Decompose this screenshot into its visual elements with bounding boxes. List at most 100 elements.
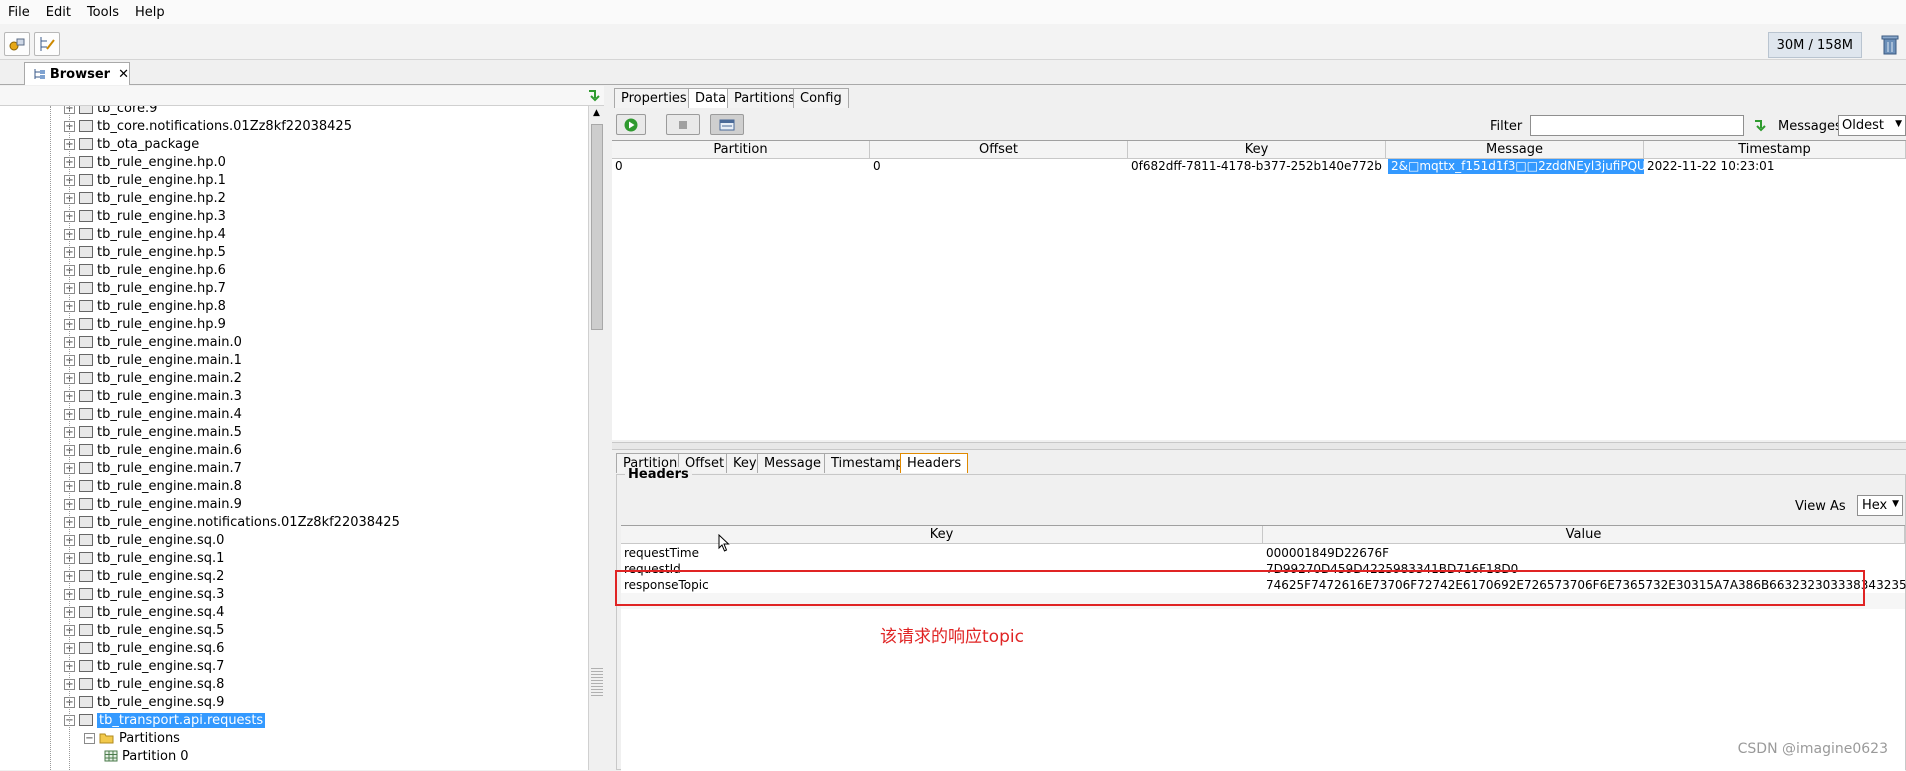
tree-node[interactable]: + tb_rule_engine.main.6 — [64, 441, 242, 459]
tree-node-label: tb_rule_engine.sq.7 — [97, 658, 225, 674]
tree-node[interactable]: + tb_rule_engine.sq.8 — [64, 675, 224, 693]
tree-node[interactable]: + tb_rule_engine.hp.3 — [64, 207, 226, 225]
tree-node[interactable]: + tb_rule_engine.hp.5 — [64, 243, 226, 261]
menu-help[interactable]: Help — [127, 5, 173, 20]
column-header-key[interactable]: Key — [1128, 141, 1386, 159]
tree-node[interactable]: Partition 0 — [104, 747, 189, 765]
topic-icon — [79, 678, 93, 690]
tree-node-label: tb_rule_engine.sq.6 — [97, 640, 225, 656]
tree-node[interactable]: + tb_rule_engine.hp.8 — [64, 297, 226, 315]
scroll-up-icon[interactable]: ▲ — [590, 108, 603, 120]
tree-node[interactable]: + tb_rule_engine.hp.1 — [64, 171, 226, 189]
tree-node-label: tb_rule_engine.hp.1 — [97, 172, 226, 188]
stop-icon — [679, 120, 687, 129]
tree-node[interactable]: + tb_rule_engine.main.5 — [64, 423, 242, 441]
headers-table: Key Value requestTime 000001849D22676F r… — [621, 525, 1906, 771]
tab-partitions[interactable]: Partitions — [727, 88, 802, 108]
tab-properties[interactable]: Properties — [614, 88, 694, 108]
tree-node[interactable]: + tb_rule_engine.main.0 — [64, 333, 242, 351]
tree-node[interactable]: − tb_transport.api.requests — [64, 711, 266, 729]
tree-node[interactable]: + tb_rule_engine.sq.7 — [64, 657, 224, 675]
tree-node[interactable]: + tb_rule_engine.hp.2 — [64, 189, 226, 207]
topic-icon — [79, 714, 93, 726]
menu-file[interactable]: File — [0, 5, 38, 20]
topic-icon — [79, 192, 93, 204]
menu-tools[interactable]: Tools — [79, 5, 127, 20]
tree-node[interactable]: + tb_rule_engine.main.3 — [64, 387, 242, 405]
topic-icon — [79, 174, 93, 186]
topic-icon — [79, 588, 93, 600]
tree-node[interactable]: + tb_rule_engine.main.7 — [64, 459, 242, 477]
filter-input[interactable] — [1530, 115, 1744, 136]
tree-node[interactable]: + tb_rule_engine.hp.9 — [64, 315, 226, 333]
layout-toggle-button[interactable] — [710, 114, 744, 135]
column-header-timestamp[interactable]: Timestamp — [1644, 141, 1906, 159]
cell-key[interactable]: 0f682dff-7811-4178-b377-252b140e772b — [1128, 159, 1386, 174]
tree-node[interactable]: + tb_rule_engine.main.8 — [64, 477, 242, 495]
collapse-icon[interactable]: − — [84, 732, 95, 744]
trash-icon[interactable] — [1880, 34, 1900, 56]
tree-node[interactable]: + tb_rule_engine.sq.6 — [64, 639, 224, 657]
watermark: CSDN @imagine0623 — [1737, 741, 1888, 757]
tree-node[interactable]: + tb_rule_engine.main.4 — [64, 405, 242, 423]
topic-icon — [79, 606, 93, 618]
partition-grid-icon — [104, 750, 118, 762]
column-header-message[interactable]: Message — [1386, 141, 1644, 159]
tab-record-message[interactable]: Message — [757, 453, 828, 473]
run-button[interactable] — [616, 114, 646, 135]
tree-node-label: tb_ota_package — [97, 136, 200, 152]
column-header-offset[interactable]: Offset — [870, 141, 1128, 159]
menu-edit[interactable]: Edit — [38, 5, 79, 20]
tree-node[interactable]: + tb_rule_engine.main.1 — [64, 351, 242, 369]
tree-node[interactable]: + tb_rule_engine.sq.5 — [64, 621, 224, 639]
panel-layout-icon — [719, 119, 735, 130]
close-icon[interactable]: ✕ — [118, 67, 129, 82]
tree-node[interactable]: + tb_rule_engine.sq.2 — [64, 567, 224, 585]
tree-node[interactable]: + tb_rule_engine.sq.3 — [64, 585, 224, 603]
edit-connection-button[interactable] — [34, 32, 60, 56]
tree-node[interactable]: + tb_ota_package — [64, 135, 199, 153]
memory-indicator: 30M / 158M — [1767, 32, 1862, 58]
tree-node[interactable]: + tb_rule_engine.sq.9 — [64, 693, 224, 711]
tree-node[interactable]: + tb_core.9 — [64, 106, 157, 117]
tree-node[interactable]: + tb_rule_engine.hp.4 — [64, 225, 226, 243]
refresh-arrow-icon[interactable] — [586, 88, 600, 102]
apply-filter-arrow-icon[interactable] — [1752, 118, 1766, 132]
cell-message[interactable]: 2&□mqttx_f151d1f3□□2zddNEyl3jufiPQUtXGl — [1388, 159, 1644, 174]
column-header-partition[interactable]: Partition — [612, 141, 870, 159]
tree-node[interactable]: + tb_rule_engine.sq.4 — [64, 603, 224, 621]
tree-node[interactable]: + tb_core.notifications.01Zz8kf22038425 — [64, 117, 352, 135]
tree-node[interactable]: + tb_rule_engine.main.2 — [64, 369, 242, 387]
split-divider[interactable] — [612, 442, 1906, 450]
tree-scrollbar[interactable]: ▲ — [588, 106, 604, 770]
tree-node[interactable]: − Partitions — [84, 729, 180, 747]
scroll-grip — [591, 666, 603, 696]
stop-button[interactable] — [666, 114, 700, 135]
header-value[interactable]: 000001849D22676F — [1263, 545, 1389, 561]
tab-record-headers[interactable]: Headers — [900, 453, 969, 473]
tree-node-label: tb_rule_engine.hp.5 — [97, 244, 226, 260]
scrollbar-thumb[interactable] — [591, 124, 603, 330]
tree-icon — [34, 69, 45, 79]
messages-select[interactable]: Oldest ▼ — [1838, 115, 1906, 136]
tree-node[interactable]: + tb_rule_engine.main.9 — [64, 495, 242, 513]
tree-node[interactable]: + tb_rule_engine.sq.0 — [64, 531, 224, 549]
messages-table: Partition Offset Key Message Timestamp 0… — [612, 140, 1906, 440]
tree-node[interactable]: + tb_rule_engine.hp.0 — [64, 153, 226, 171]
column-header-value[interactable]: Value — [1263, 526, 1905, 544]
tree-node[interactable]: + tb_rule_engine.hp.6 — [64, 261, 226, 279]
tab-config[interactable]: Config — [793, 88, 849, 108]
tree-node[interactable]: + tb_rule_engine.notifications.01Zz8kf220… — [64, 513, 400, 531]
tab-browser[interactable]: Browser ✕ — [24, 62, 130, 85]
cell-timestamp[interactable]: 2022-11-22 10:23:01 — [1644, 159, 1906, 174]
cell-offset[interactable]: 0 — [870, 159, 1128, 174]
tree-node[interactable]: + tb_rule_engine.hp.7 — [64, 279, 226, 297]
header-key[interactable]: requestTime — [621, 545, 699, 561]
tree-node-label: tb_rule_engine.hp.9 — [97, 316, 226, 332]
tab-record-timestamp[interactable]: Timestamp — [824, 453, 911, 473]
tree-node-label: tb_rule_engine.hp.3 — [97, 208, 226, 224]
cell-partition[interactable]: 0 — [612, 159, 870, 174]
view-as-select[interactable]: Hex ▼ — [1857, 495, 1903, 516]
connect-button[interactable] — [4, 32, 30, 56]
tree-node[interactable]: + tb_rule_engine.sq.1 — [64, 549, 224, 567]
